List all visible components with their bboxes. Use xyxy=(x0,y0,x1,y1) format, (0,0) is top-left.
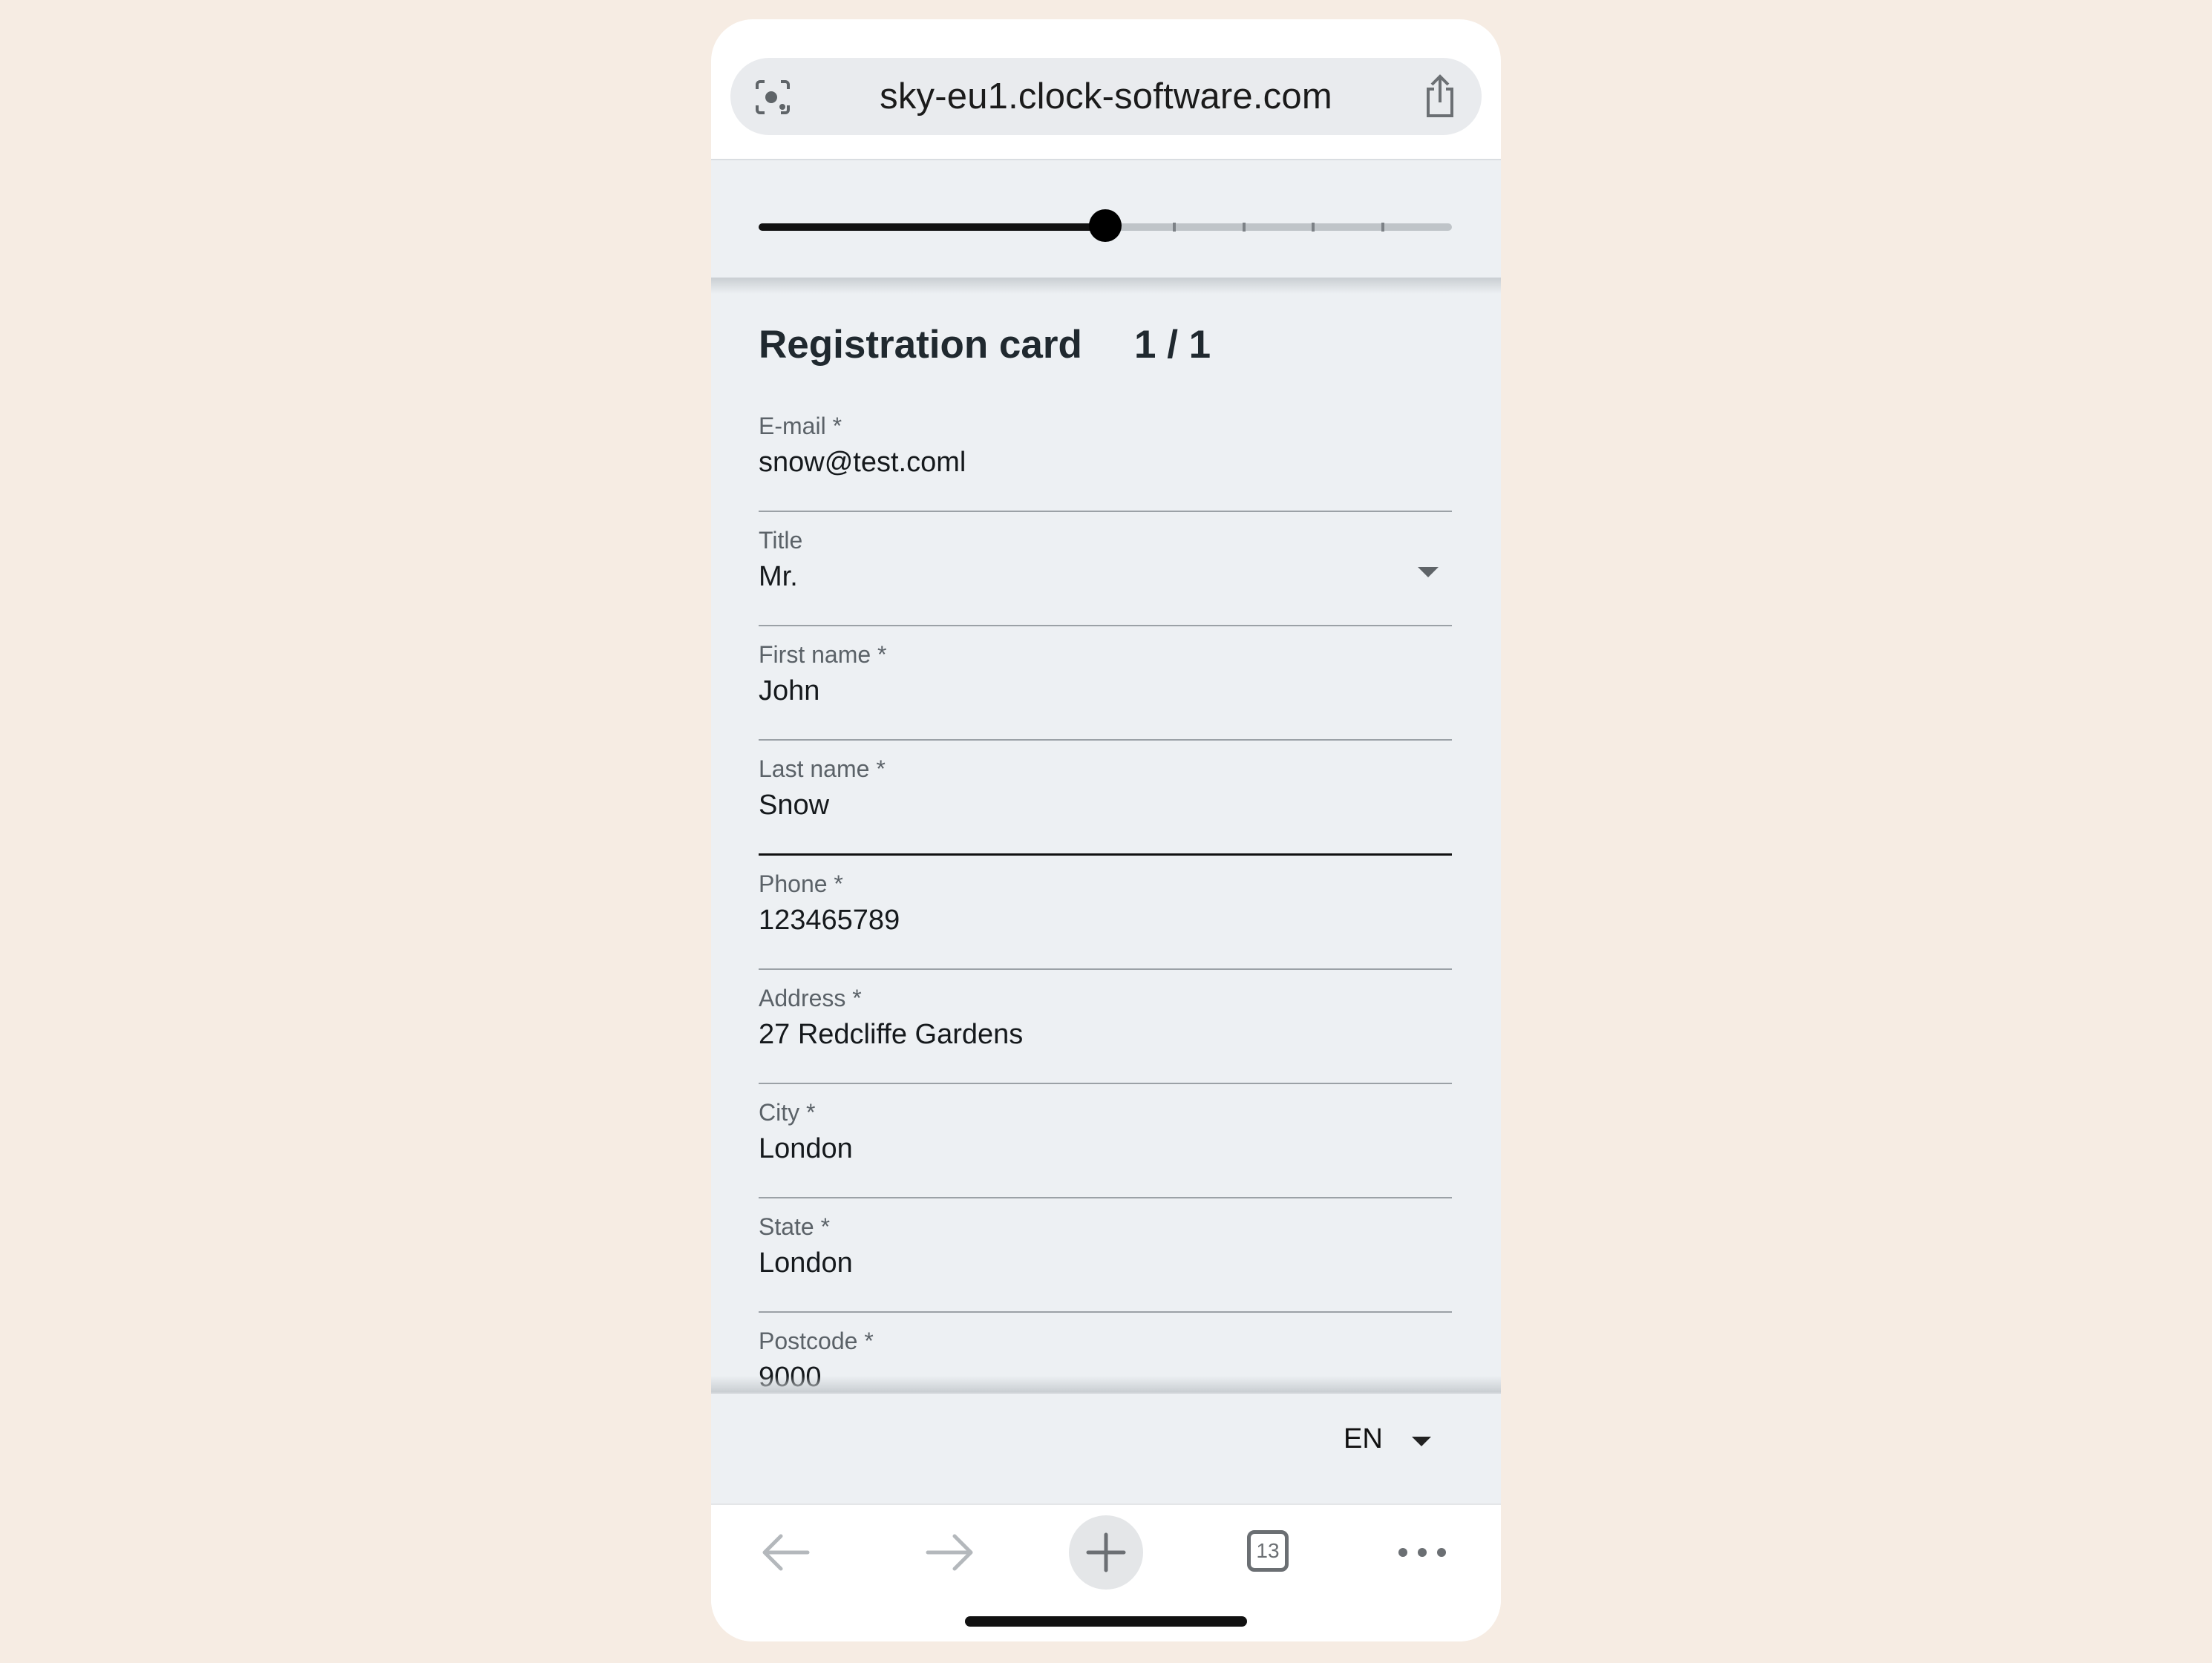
postcode-label: Postcode * xyxy=(759,1328,874,1354)
last-name-value[interactable]: Snow xyxy=(759,790,829,821)
card-count: 1 / 1 xyxy=(1134,323,1211,367)
language-select[interactable]: EN xyxy=(1344,1423,1383,1455)
first-name-value[interactable]: John xyxy=(759,675,819,707)
title-value[interactable]: Mr. xyxy=(759,561,798,593)
forward-arrow-icon[interactable] xyxy=(913,1515,987,1590)
last-name-label: Last name * xyxy=(759,755,886,782)
progress-tick xyxy=(1173,223,1177,232)
city-value[interactable]: London xyxy=(759,1133,853,1165)
chevron-down-icon[interactable] xyxy=(1412,1437,1431,1446)
first-name-label: First name * xyxy=(759,641,887,668)
progress-stepper xyxy=(711,159,1501,278)
progress-fill xyxy=(759,223,1105,231)
address-label: Address * xyxy=(759,985,862,1011)
card-title: Registration card xyxy=(759,323,1082,367)
phone-field[interactable]: Phone * 123465789 xyxy=(759,856,1452,970)
new-tab-button[interactable] xyxy=(1069,1515,1143,1590)
city-label: City * xyxy=(759,1099,816,1126)
email-label: E-mail * xyxy=(759,413,842,439)
state-value[interactable]: London xyxy=(759,1247,853,1279)
last-name-field[interactable]: Last name * Snow xyxy=(759,741,1452,856)
more-icon[interactable] xyxy=(1385,1515,1459,1590)
progress-tick xyxy=(1312,223,1315,232)
chevron-down-icon[interactable] xyxy=(1418,567,1439,577)
address-bar[interactable]: sky-eu1.clock-software.com xyxy=(730,58,1482,135)
progress-tick xyxy=(1381,223,1384,232)
city-field[interactable]: City * London xyxy=(759,1084,1452,1198)
card-header: Registration card 1 / 1 xyxy=(759,322,1452,389)
plus-icon xyxy=(1086,1532,1126,1572)
home-indicator xyxy=(965,1616,1247,1627)
shadow xyxy=(711,278,1501,294)
tabs-button[interactable]: 13 xyxy=(1232,1515,1306,1590)
title-label: Title xyxy=(759,527,803,554)
progress-thumb[interactable] xyxy=(1089,209,1122,242)
email-field[interactable]: E-mail * snow@test.coml xyxy=(759,398,1452,512)
shadow xyxy=(711,1376,1501,1392)
phone-label: Phone * xyxy=(759,870,843,897)
share-icon[interactable] xyxy=(1421,74,1459,119)
title-select[interactable]: Title Mr. xyxy=(759,512,1452,626)
tabs-icon: 13 xyxy=(1247,1530,1289,1572)
phone-frame: sky-eu1.clock-software.com Registration … xyxy=(711,19,1501,1641)
state-label: State * xyxy=(759,1213,831,1240)
address-value[interactable]: 27 Redcliffe Gardens xyxy=(759,1019,1023,1051)
app-viewport: Registration card 1 / 1 E-mail * snow@te… xyxy=(711,159,1501,1503)
url-text[interactable]: sky-eu1.clock-software.com xyxy=(730,58,1482,135)
address-field[interactable]: Address * 27 Redcliffe Gardens xyxy=(759,970,1452,1084)
phone-value[interactable]: 123465789 xyxy=(759,905,900,937)
registration-form: Registration card 1 / 1 E-mail * snow@te… xyxy=(759,322,1452,1426)
progress-tick xyxy=(1242,223,1246,232)
back-arrow-icon[interactable] xyxy=(748,1515,822,1590)
state-field[interactable]: State * London xyxy=(759,1198,1452,1313)
first-name-field[interactable]: First name * John xyxy=(759,626,1452,741)
footer-bar: EN xyxy=(711,1392,1501,1496)
email-value[interactable]: snow@test.coml xyxy=(759,447,966,479)
